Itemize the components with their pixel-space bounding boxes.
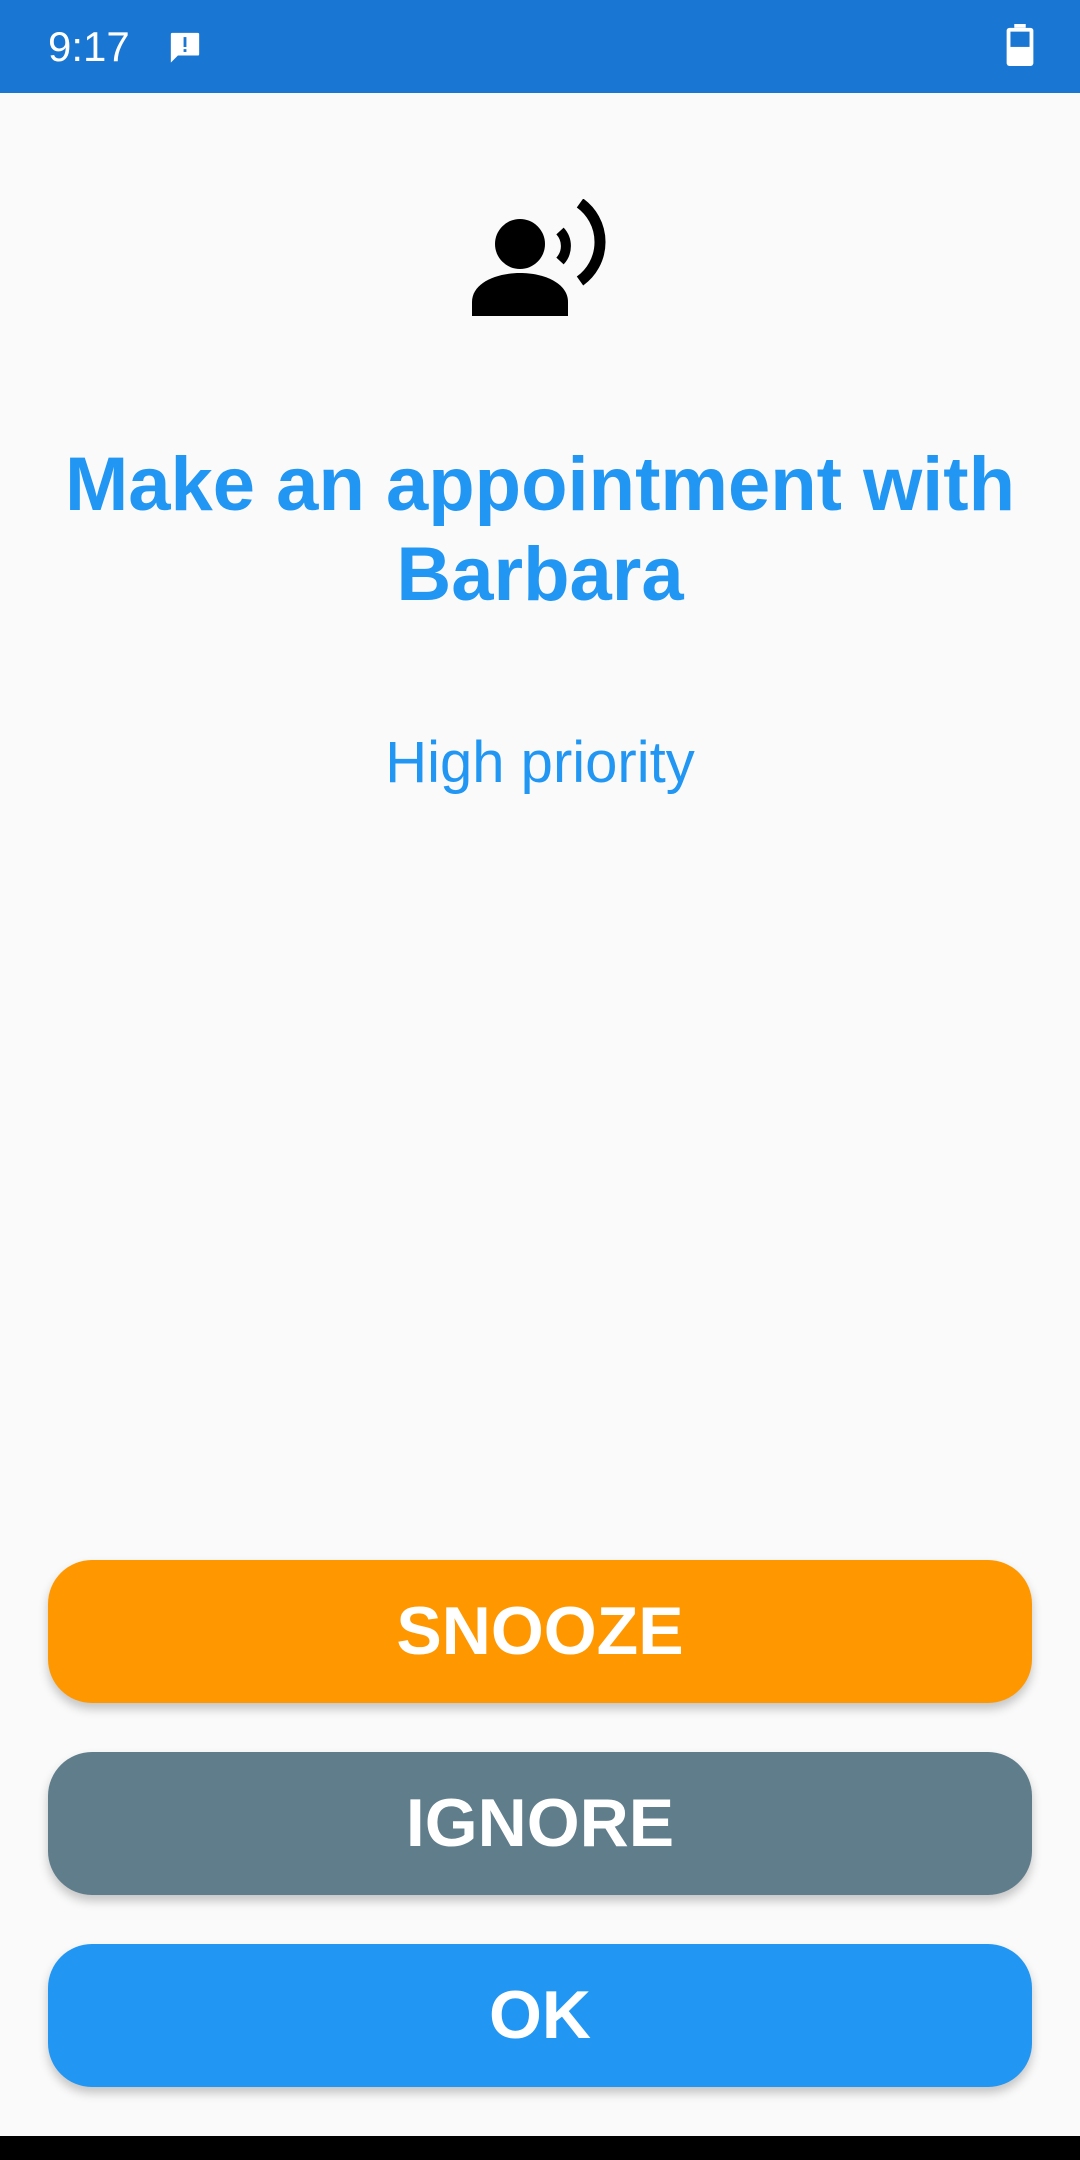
priority-label: High priority (385, 730, 695, 795)
snooze-button[interactable]: SNOOZE (48, 1560, 1032, 1703)
reminder-title: Make an appointment with Barbara (64, 442, 1016, 617)
ignore-button[interactable]: IGNORE (48, 1752, 1032, 1895)
status-time: 9:17 (48, 23, 130, 70)
navigation-bar (0, 2136, 1080, 2160)
ok-button[interactable]: OK (48, 1944, 1032, 2087)
status-bar: 9:17 (0, 0, 1080, 93)
reminder-screen: 9:17 Make an appointment with Barbara Hi… (0, 0, 1080, 2160)
battery-icon (1006, 24, 1034, 66)
person-speaking-icon (472, 199, 606, 316)
message-alert-icon (170, 32, 200, 63)
